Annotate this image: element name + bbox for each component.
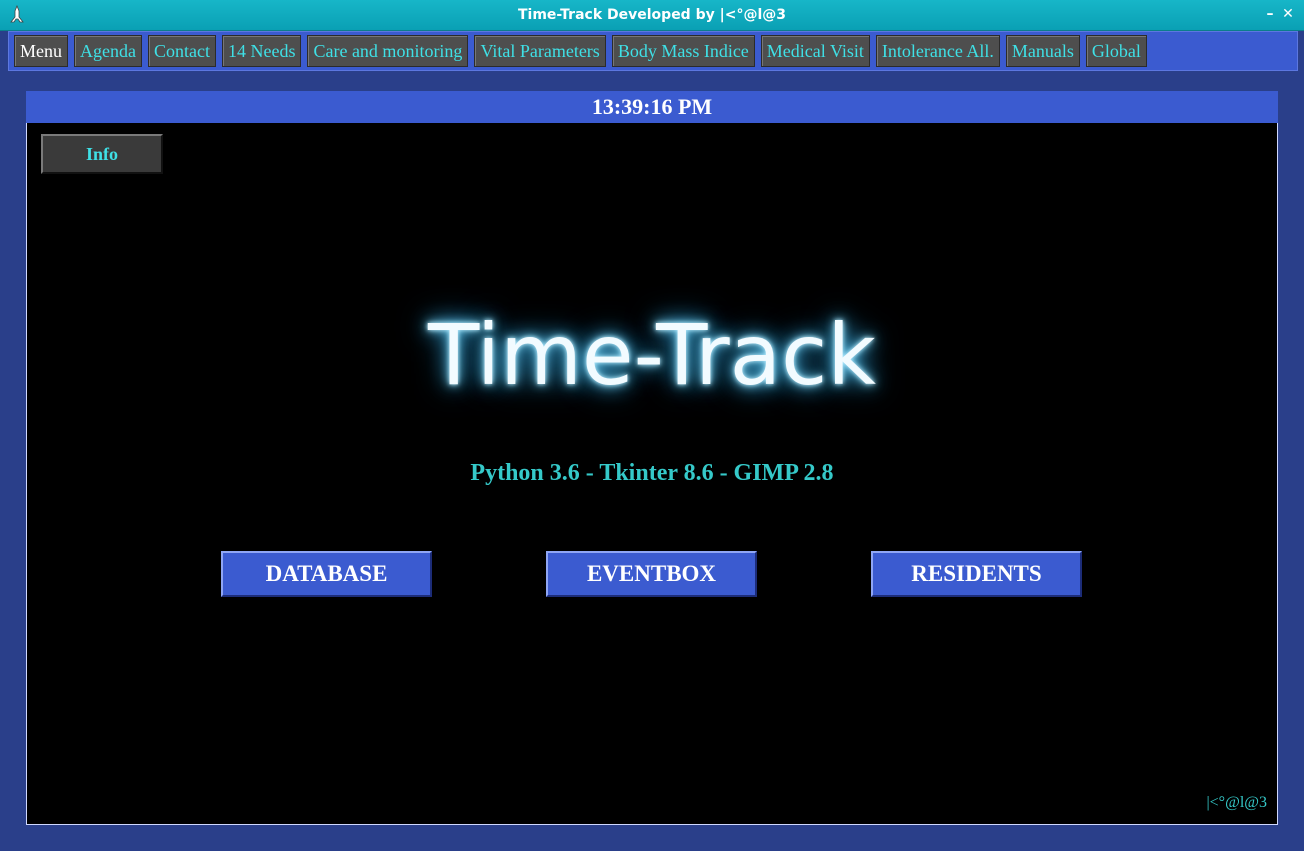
- menu-contact[interactable]: Contact: [147, 35, 216, 67]
- eventbox-button[interactable]: EVENTBOX: [546, 551, 757, 597]
- version-text: Python 3.6 - Tkinter 8.6 - GIMP 2.8: [470, 460, 834, 486]
- menu-medical-visit[interactable]: Medical Visit: [760, 35, 870, 67]
- window-titlebar: Time-Track Developed by |<°@l@3 – ✕: [0, 0, 1304, 31]
- residents-button[interactable]: RESIDENTS: [871, 551, 1082, 597]
- menu-global[interactable]: Global: [1085, 35, 1147, 67]
- app-logo: Time-Track: [428, 306, 876, 404]
- menu-vital-parameters[interactable]: Vital Parameters: [474, 35, 606, 67]
- info-button[interactable]: Info: [41, 134, 163, 174]
- menu-body-mass-indice[interactable]: Body Mass Indice: [611, 35, 755, 67]
- menu-care-and-monitoring[interactable]: Care and monitoring: [307, 35, 469, 67]
- menu-agenda[interactable]: Agenda: [74, 35, 142, 67]
- developer-signature: |<°@l@3: [1206, 794, 1267, 811]
- main-panel: [26, 91, 1278, 825]
- window-title: Time-Track Developed by |<°@l@3: [517, 7, 786, 23]
- close-icon[interactable]: ✕: [1280, 5, 1296, 23]
- menu-manuals[interactable]: Manuals: [1005, 35, 1080, 67]
- menu-button[interactable]: Menu: [14, 35, 68, 67]
- menu-14-needs[interactable]: 14 Needs: [221, 35, 302, 67]
- clock-display: 13:39:16 PM: [26, 91, 1278, 123]
- database-button[interactable]: DATABASE: [221, 551, 432, 597]
- minimize-icon[interactable]: –: [1262, 5, 1278, 23]
- menu-bar: Menu Agenda Contact 14 Needs Care and mo…: [8, 31, 1298, 71]
- menu-intolerance-all[interactable]: Intolerance All.: [875, 35, 1000, 67]
